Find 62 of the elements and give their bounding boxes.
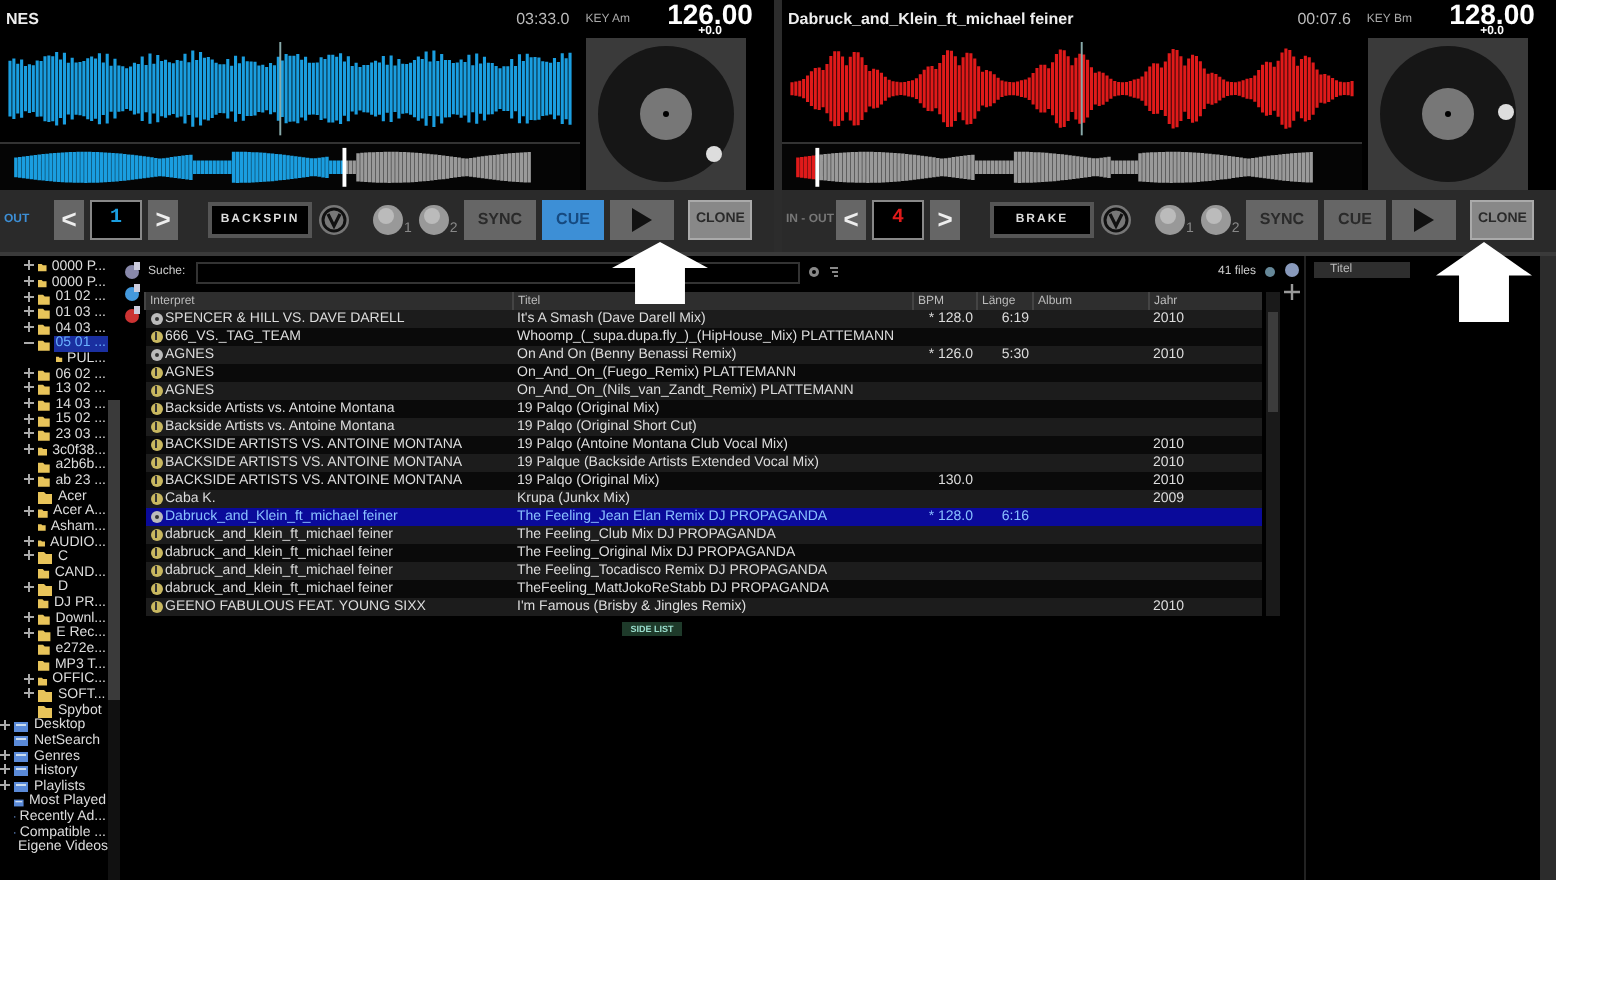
expand-icon[interactable]: [0, 764, 10, 775]
expand-icon[interactable]: [24, 688, 34, 699]
playlist-icon[interactable]: [123, 306, 141, 324]
scrollbar[interactable]: [1265, 292, 1280, 616]
expand-icon[interactable]: [24, 535, 34, 546]
add-icon[interactable]: [1284, 284, 1300, 300]
up-arrow-icon: [1436, 242, 1532, 322]
elapsed-time: 00:07.6: [1297, 10, 1351, 28]
next-button[interactable]: >: [930, 199, 960, 239]
expand-icon[interactable]: [24, 444, 34, 454]
globe-icon[interactable]: [1284, 262, 1300, 278]
v-icon[interactable]: [318, 203, 350, 235]
collapse-icon[interactable]: [24, 337, 34, 348]
expand-icon[interactable]: [24, 550, 34, 561]
elapsed-time: 03:33.0: [516, 10, 570, 28]
expand-icon[interactable]: [24, 505, 34, 516]
expand-icon[interactable]: [24, 673, 34, 684]
previous-button[interactable]: <: [836, 199, 866, 239]
expand-icon[interactable]: [24, 627, 34, 638]
search-field[interactable]: [196, 261, 800, 283]
expand-icon[interactable]: [24, 474, 34, 485]
sort-icon[interactable]: [828, 266, 840, 278]
bpm-value: 128.00: [1449, 1, 1535, 25]
expand-icon[interactable]: [24, 275, 34, 286]
bpm-value: 126.00: [667, 1, 753, 25]
up-arrow-icon: [612, 242, 708, 304]
knob[interactable]: [372, 203, 404, 235]
knob[interactable]: [1199, 203, 1232, 235]
expand-icon[interactable]: [24, 581, 34, 592]
play-icon: [631, 207, 652, 231]
play-button[interactable]: [1391, 199, 1456, 239]
expand-icon[interactable]: [24, 428, 34, 439]
gear-icon[interactable]: [808, 266, 820, 278]
knob[interactable]: [1154, 203, 1186, 235]
scrollbar[interactable]: [108, 400, 120, 880]
v-icon[interactable]: [1100, 203, 1132, 235]
expand-icon[interactable]: [0, 749, 10, 760]
knob[interactable]: [417, 203, 450, 235]
playlist-icon[interactable]: [123, 262, 141, 280]
settings-icon[interactable]: [1264, 266, 1276, 278]
track-title: NES: [6, 10, 41, 28]
expand-icon[interactable]: [24, 260, 34, 271]
next-button[interactable]: >: [148, 199, 178, 239]
turntable-drawing[interactable]: [596, 44, 736, 184]
previous-button[interactable]: <: [54, 199, 84, 239]
expand-icon[interactable]: [0, 780, 10, 791]
turntable-drawing[interactable]: [1378, 44, 1518, 184]
expand-icon[interactable]: [24, 291, 34, 302]
expand-icon[interactable]: [24, 382, 34, 393]
expand-icon[interactable]: [0, 719, 10, 730]
loop-display: 1: [90, 199, 142, 239]
playlist-icon[interactable]: [123, 284, 141, 302]
expand-icon[interactable]: [24, 321, 34, 332]
expand-icon[interactable]: [24, 306, 34, 317]
play-button[interactable]: [609, 199, 674, 239]
play-icon: [1413, 207, 1434, 231]
expand-icon[interactable]: [24, 367, 34, 378]
loop-display: 4: [872, 199, 924, 239]
expand-icon[interactable]: [24, 413, 34, 424]
expand-icon[interactable]: [24, 612, 34, 623]
track-title: Dabruck_and_Klein_ft_michael feiner: [788, 10, 1076, 28]
expand-icon[interactable]: [24, 398, 34, 409]
